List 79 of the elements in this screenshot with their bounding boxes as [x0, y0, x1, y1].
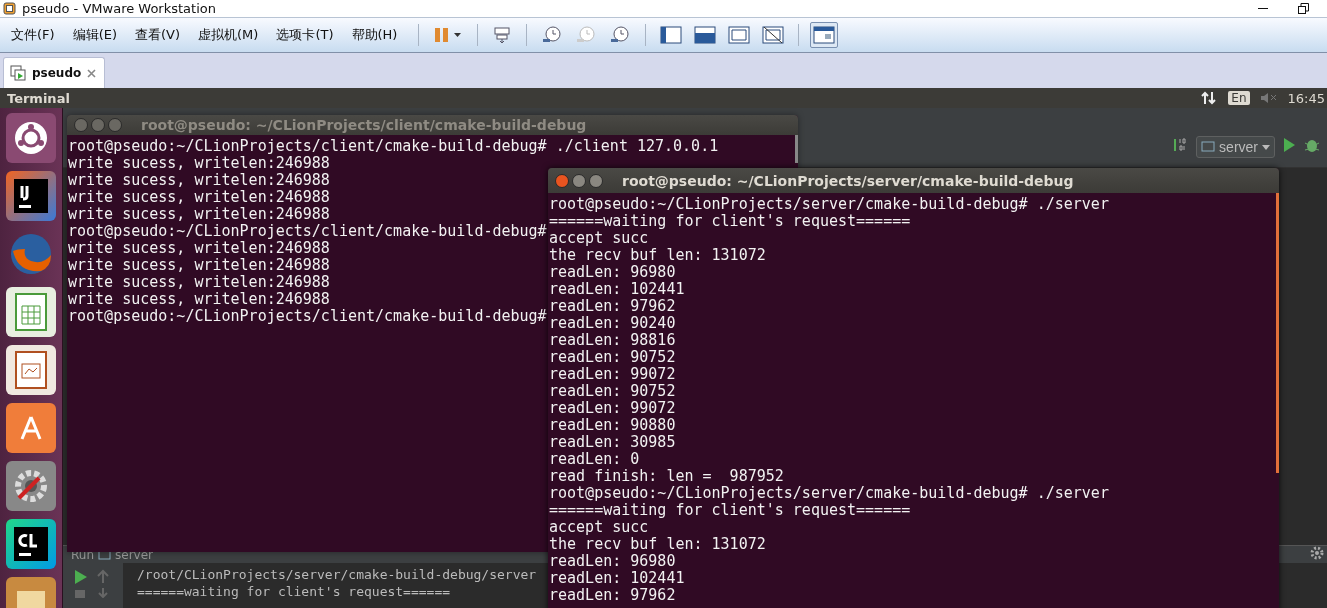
restore-icon[interactable]: [1298, 3, 1309, 14]
terminal-line: readLen: 90240: [549, 315, 676, 332]
menu-item[interactable]: 选项卡(T): [271, 26, 339, 44]
terminal-line: readLen: 97962: [549, 587, 676, 604]
terminal-line: readLen: 96980: [549, 264, 676, 281]
terminal-title: root@pseudo: ~/CLionProjects/client/cmake-build-debug: [141, 117, 587, 133]
terminal-line: readLen: 30985: [549, 434, 676, 451]
window-title: pseudo - VMware Workstation: [22, 1, 216, 16]
terminal-line: readLen: 90752: [549, 349, 676, 366]
vm-tab[interactable]: pseudo: [3, 57, 106, 88]
console-view-button[interactable]: [810, 22, 839, 48]
terminal-line: root@pseudo:~/CLionProjects/server/cmake-build-debug# ./server: [549, 196, 1109, 213]
keyboard-indicator[interactable]: En: [1228, 91, 1250, 105]
terminal-line: accept succ: [549, 519, 649, 536]
maximize-button[interactable]: [589, 173, 603, 188]
vm-icon: [10, 65, 26, 81]
run-icon[interactable]: [1281, 136, 1297, 154]
window-icon: [98, 549, 111, 560]
window-icon: [1201, 141, 1216, 153]
scroll-bar[interactable]: [795, 135, 798, 163]
terminal-line: readLen: 0: [549, 451, 640, 468]
scroll-bar[interactable]: [1276, 193, 1279, 473]
app-name: Terminal: [7, 90, 70, 106]
menu-item[interactable]: 帮助(H): [346, 26, 403, 44]
terminal-line: write sucess, writelen:246988: [68, 155, 330, 172]
terminal-line: readLen: 96980: [549, 553, 676, 570]
terminal-line: the recv buf len: 131072: [549, 247, 766, 264]
console-line: /root/CLionProjects/server/cmake-build-debug/server: [137, 566, 537, 583]
terminal-line: write sucess, writelen:246988: [68, 206, 330, 223]
spreadsheet-icon[interactable]: [6, 287, 56, 337]
terminal-line: write sucess, writelen:246988: [68, 257, 330, 274]
ij-app-icon[interactable]: [6, 171, 56, 221]
terminal-line: write sucess, writelen:246988: [68, 240, 330, 257]
run-config-dropdown[interactable]: server: [1196, 136, 1275, 158]
cl-app-icon[interactable]: [6, 519, 56, 569]
menu-item[interactable]: 虚拟机(M): [193, 26, 264, 44]
minimize-button[interactable]: [572, 173, 586, 188]
terminal-line: readLen: 90752: [549, 383, 676, 400]
terminal-title: root@pseudo: ~/CLionProjects/server/cmake-build-debug: [622, 172, 1074, 189]
clock[interactable]: 16:45: [1287, 90, 1325, 106]
maximize-button[interactable]: [108, 118, 122, 132]
terminal-line: readLen: 90880: [549, 417, 676, 434]
shopping-bag-icon[interactable]: [6, 403, 56, 453]
terminal-line: write sucess, writelen:246988: [68, 291, 330, 308]
terminal-line: root@pseudo:~/CLionProjects/client/cmake-build-debug# ./client 127.0.0.1: [68, 138, 719, 155]
terminal-line: readLen: 99072: [549, 400, 676, 417]
terminal-line: write sucess, writelen:246988: [68, 189, 330, 206]
terminal-line: ======waiting for client's request======: [549, 502, 911, 519]
minimize-icon[interactable]: [1258, 7, 1268, 10]
terminal-line: readLen: 98816: [549, 332, 676, 349]
terminal-line: root@pseudo:~/CLionProjects/server/cmake-build-debug# ./server: [549, 485, 1109, 502]
muted-speaker-icon[interactable]: [1259, 92, 1278, 104]
network-icon[interactable]: [1200, 90, 1219, 106]
close-icon[interactable]: [87, 68, 97, 78]
terminal-line: write sucess, writelen:246988: [68, 172, 330, 189]
terminal-line: read finish: len = 987952: [549, 468, 784, 485]
menu-item[interactable]: 查看(V): [130, 26, 186, 44]
terminal-line: accept succ: [549, 230, 649, 247]
presentation-icon[interactable]: [6, 345, 56, 395]
terminal-line: ======waiting for client's request======: [549, 213, 911, 230]
minimize-button[interactable]: [91, 118, 105, 132]
caret-icon: [1262, 144, 1270, 150]
settings-icon[interactable]: [6, 461, 56, 511]
terminal-line: readLen: 102441: [549, 281, 685, 298]
terminal-line: readLen: 97962: [549, 298, 676, 315]
gear-icon[interactable]: [1309, 545, 1325, 561]
terminal-line: root@pseudo:~/CLionProjects/client/cmake-build-debug#: [68, 308, 547, 325]
terminal-line: readLen: 99072: [549, 366, 676, 383]
menu-item[interactable]: 编辑(E): [67, 26, 122, 44]
terminal-line: readLen: 102441: [549, 570, 685, 587]
terminal-line: the recv buf len: 131072: [549, 536, 766, 553]
close-button[interactable]: [74, 118, 88, 132]
menu-item[interactable]: 文件(F): [6, 26, 60, 44]
console-line: ======waiting for client's request======: [137, 583, 451, 600]
terminal-line: write sucess, writelen:246988: [68, 274, 330, 291]
close-button[interactable]: [555, 173, 569, 188]
ubuntu-logo-icon[interactable]: [6, 113, 56, 163]
terminal-line: root@pseudo:~/CLionProjects/client/cmake-build-debug#: [68, 223, 547, 240]
run-config-name: server: [115, 547, 153, 562]
